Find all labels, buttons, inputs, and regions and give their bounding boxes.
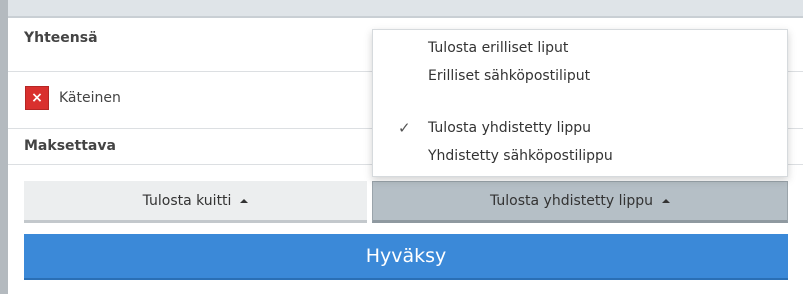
close-icon: × <box>31 90 43 106</box>
remove-payment-button[interactable]: × <box>25 86 49 110</box>
menu-item-label: Erilliset sähköpostiliput <box>428 68 591 84</box>
caret-up-icon <box>662 199 671 203</box>
checkmark-icon: ✓ <box>398 119 411 137</box>
menu-item-label: Tulosta yhdistetty lippu <box>428 120 592 136</box>
print-ticket-label: Tulosta yhdistetty lippu <box>489 193 654 209</box>
menu-item-combined-email-ticket[interactable]: Yhdistetty sähköpostilippu <box>373 144 787 170</box>
menu-item-label: Tulosta erilliset liput <box>428 40 569 56</box>
print-receipt-label: Tulosta kuitti <box>142 192 232 209</box>
print-receipt-button[interactable]: Tulosta kuitti <box>24 181 367 223</box>
menu-item-print-separate-tickets[interactable]: Tulosta erilliset liput <box>373 36 787 62</box>
menu-item-print-combined-ticket[interactable]: ✓ Tulosta yhdistetty lippu <box>373 116 787 142</box>
menu-item-label: Yhdistetty sähköpostilippu <box>428 148 613 164</box>
print-ticket-button[interactable]: Tulosta yhdistetty lippu <box>372 181 788 223</box>
ticket-options-dropdown: Tulosta erilliset liput Erilliset sähköp… <box>372 29 788 177</box>
accept-label: Hyväksy <box>365 245 447 267</box>
caret-up-icon <box>240 198 249 203</box>
total-label: Yhteensä <box>24 30 98 46</box>
top-header-strip <box>8 0 803 18</box>
left-border <box>0 0 8 294</box>
payable-label: Maksettava <box>24 138 116 154</box>
payment-method-label: Käteinen <box>59 90 121 106</box>
accept-button[interactable]: Hyväksy <box>24 234 788 280</box>
menu-item-separate-email-tickets[interactable]: Erilliset sähköpostiliput <box>373 64 787 90</box>
